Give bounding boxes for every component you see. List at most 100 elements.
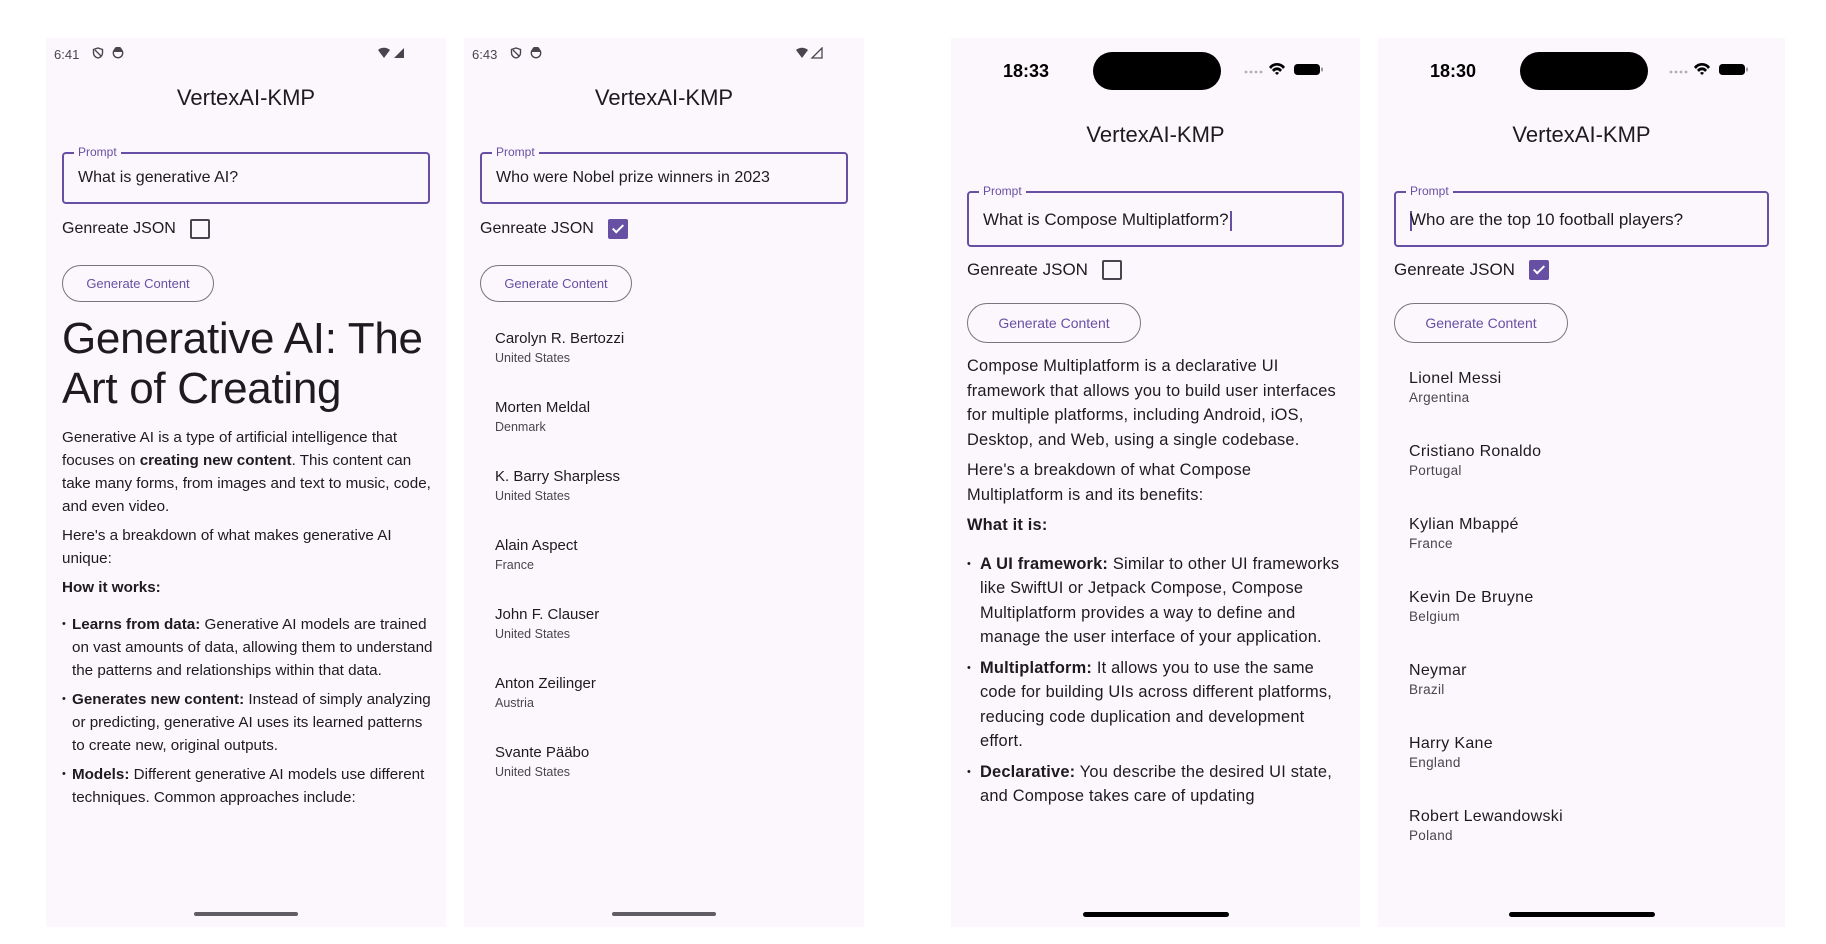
- list-item: Neymar Brazil: [1409, 661, 1775, 734]
- status-bar: 18:33: [951, 38, 1360, 98]
- prompt-label: Prompt: [1406, 184, 1453, 198]
- list-item: John F. Clauser United States: [495, 605, 854, 674]
- wifi-cellular-icons: [796, 47, 823, 59]
- response-content: Compose Multiplatform is a declarative U…: [967, 354, 1348, 815]
- prompt-input[interactable]: Prompt Who are the top 10 football playe…: [1394, 184, 1769, 247]
- generate-json-checkbox[interactable]: [189, 219, 210, 239]
- prompt-value[interactable]: What is generative AI?: [78, 169, 238, 187]
- generate-json-row[interactable]: Genreate JSON: [62, 219, 210, 239]
- prompt-label: Prompt: [979, 184, 1026, 198]
- item-country: Argentina: [1409, 390, 1470, 405]
- prompt-value-wrap[interactable]: Who are the top 10 football players?: [1410, 210, 1683, 231]
- response-intro: Generative AI is a type of artificial in…: [62, 426, 434, 518]
- list-item: Kevin De Bruyne Belgium: [1409, 588, 1775, 661]
- face-icon: [112, 47, 124, 59]
- bullet-item: Multiplatform: It allows you to use the …: [967, 656, 1348, 754]
- result-list: Lionel Messi Argentina Cristiano Ronaldo Po…: [1409, 369, 1775, 880]
- item-country: Austria: [495, 696, 534, 710]
- prompt-value[interactable]: Who were Nobel prize winners in 2023: [496, 169, 770, 187]
- app-title: VertexAI-KMP: [1086, 122, 1225, 147]
- item-country: Denmark: [495, 420, 546, 434]
- generate-json-row[interactable]: Genreate JSON: [1394, 260, 1549, 280]
- list-item: Lionel Messi Argentina: [1409, 369, 1775, 442]
- status-time: 6:43: [472, 47, 498, 62]
- android-screen-nobel-list: 6:43 VertexAI-KMP Prompt Who were Nobel …: [464, 38, 864, 927]
- shield-icon: [510, 47, 522, 59]
- list-item: Cristiano Ronaldo Portugal: [1409, 442, 1775, 515]
- home-indicator[interactable]: [1082, 912, 1229, 917]
- prompt-value-wrap[interactable]: What is Compose Multiplatform?: [983, 210, 1232, 231]
- prompt-value[interactable]: Who are the top 10 football players?: [1410, 210, 1683, 229]
- generate-json-label: Genreate JSON: [480, 220, 594, 237]
- dynamic-island: [1093, 52, 1221, 90]
- result-list: Carolyn R. Bertozzi United States Morten M…: [495, 329, 854, 812]
- generate-json-checkbox[interactable]: [607, 219, 628, 239]
- prompt-value[interactable]: What is Compose Multiplatform?: [983, 210, 1229, 229]
- item-country: United States: [495, 765, 571, 779]
- bullet-term: Learns from data:: [72, 616, 201, 633]
- status-time: 6:41: [54, 47, 80, 62]
- prompt-input[interactable]: Prompt What is Compose Multiplatform?: [967, 184, 1344, 247]
- item-country: England: [1409, 755, 1461, 770]
- generate-content-button[interactable]: Generate Content: [480, 265, 632, 302]
- app-title: VertexAI-KMP: [594, 85, 734, 110]
- response-heading: Generative AI: The Art of Creating: [62, 314, 423, 413]
- item-name: Kylian Mbappé: [1409, 516, 1519, 533]
- signal-wifi-battery-icons: [1669, 63, 1748, 75]
- wifi-cellular-icons: [378, 47, 404, 58]
- generate-content-button[interactable]: Generate Content: [967, 303, 1141, 343]
- list-item: Harry Kane England: [1409, 734, 1775, 807]
- bullet-term: Multiplatform:: [980, 658, 1093, 677]
- list-item: Carolyn R. Bertozzi United States: [495, 329, 854, 398]
- response-breakdown: Here's a breakdown of what makes generat…: [62, 527, 392, 567]
- item-name: Morten Meldal: [495, 399, 591, 416]
- item-name: Carolyn R. Bertozzi: [495, 330, 625, 347]
- bullet-term: Generates new content:: [72, 691, 245, 708]
- item-name: K. Barry Sharpless: [495, 468, 621, 485]
- prompt-input[interactable]: Prompt What is generative AI?: [62, 145, 430, 204]
- status-bar: 6:41: [54, 44, 432, 64]
- status-bar: 18:30: [1378, 38, 1785, 98]
- list-item: Alain Aspect France: [495, 536, 854, 605]
- shield-icon: [92, 47, 104, 59]
- prompt-label: Prompt: [74, 145, 121, 159]
- status-time: 18:30: [1430, 61, 1477, 81]
- app-title: VertexAI-KMP: [1512, 122, 1651, 147]
- item-name: Harry Kane: [1409, 735, 1493, 752]
- generate-json-checkbox[interactable]: [1528, 260, 1549, 280]
- ios-screen-compose-multiplatform: 18:33 VertexAI-KMP Prompt What is Compos…: [951, 38, 1360, 927]
- item-country: France: [1409, 536, 1453, 551]
- generate-json-label: Genreate JSON: [1394, 260, 1515, 279]
- response-subheading: What it is:: [967, 516, 1048, 534]
- generate-content-button[interactable]: Generate Content: [1394, 303, 1568, 343]
- gesture-bar[interactable]: [612, 912, 716, 916]
- bullet-item: Declarative: You describe the desired UI…: [967, 760, 1348, 809]
- gesture-bar[interactable]: [194, 912, 298, 916]
- bullet-item: A UI framework: Similar to other UI fram…: [967, 552, 1348, 650]
- response-subheading: How it works:: [62, 579, 161, 596]
- generate-json-row[interactable]: Genreate JSON: [967, 260, 1122, 280]
- generate-content-button[interactable]: Generate Content: [62, 265, 214, 302]
- list-item: Kylian Mbappé France: [1409, 515, 1775, 588]
- item-name: Alain Aspect: [495, 537, 578, 554]
- bullet-term: Models:: [72, 766, 130, 783]
- response-content: Generative AI: The Art of Creating Gener…: [62, 314, 434, 815]
- bullet-term: Declarative:: [980, 762, 1076, 781]
- prompt-label: Prompt: [492, 145, 539, 159]
- bullet-item: Models: Different generative AI models u…: [62, 763, 434, 809]
- item-country: Poland: [1409, 828, 1453, 843]
- item-country: Brazil: [1409, 682, 1445, 697]
- prompt-input[interactable]: Prompt Who were Nobel prize winners in 2…: [480, 145, 848, 204]
- home-indicator[interactable]: [1508, 912, 1655, 917]
- app-title: VertexAI-KMP: [176, 85, 316, 110]
- item-name: Robert Lewandowski: [1409, 808, 1563, 825]
- list-item: Robert Lewandowski Poland: [1409, 807, 1775, 880]
- generate-json-row[interactable]: Genreate JSON: [480, 219, 628, 239]
- face-icon: [530, 47, 542, 59]
- generate-json-checkbox[interactable]: [1101, 260, 1122, 280]
- response-bullets: A UI framework: Similar to other UI fram…: [967, 552, 1348, 809]
- item-country: United States: [495, 351, 571, 365]
- response-breakdown: Here's a breakdown of what Compose Multi…: [967, 461, 1252, 504]
- list-item: K. Barry Sharpless United States: [495, 467, 854, 536]
- item-name: Cristiano Ronaldo: [1409, 443, 1542, 460]
